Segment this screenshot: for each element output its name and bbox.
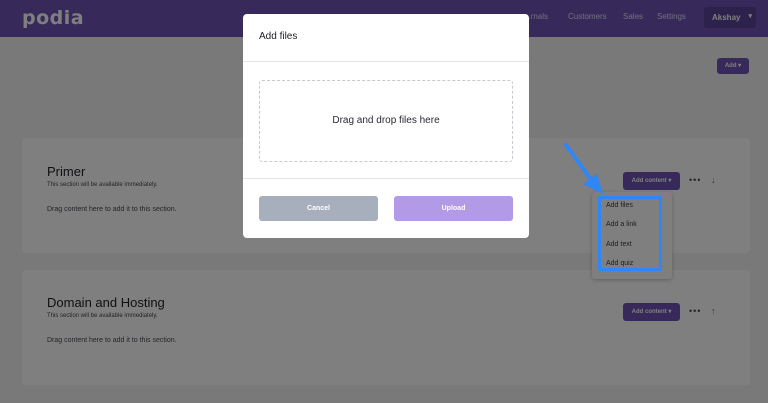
divider [243,178,529,179]
dropzone-text: Drag and drop files here [332,115,440,126]
upload-button[interactable]: Upload [394,196,513,221]
modal-title: Add files [259,31,298,42]
add-files-modal: Add files Drag and drop files here Cance… [243,14,529,238]
divider [243,61,529,62]
cancel-button[interactable]: Cancel [259,196,378,221]
file-dropzone[interactable]: Drag and drop files here [259,80,513,162]
